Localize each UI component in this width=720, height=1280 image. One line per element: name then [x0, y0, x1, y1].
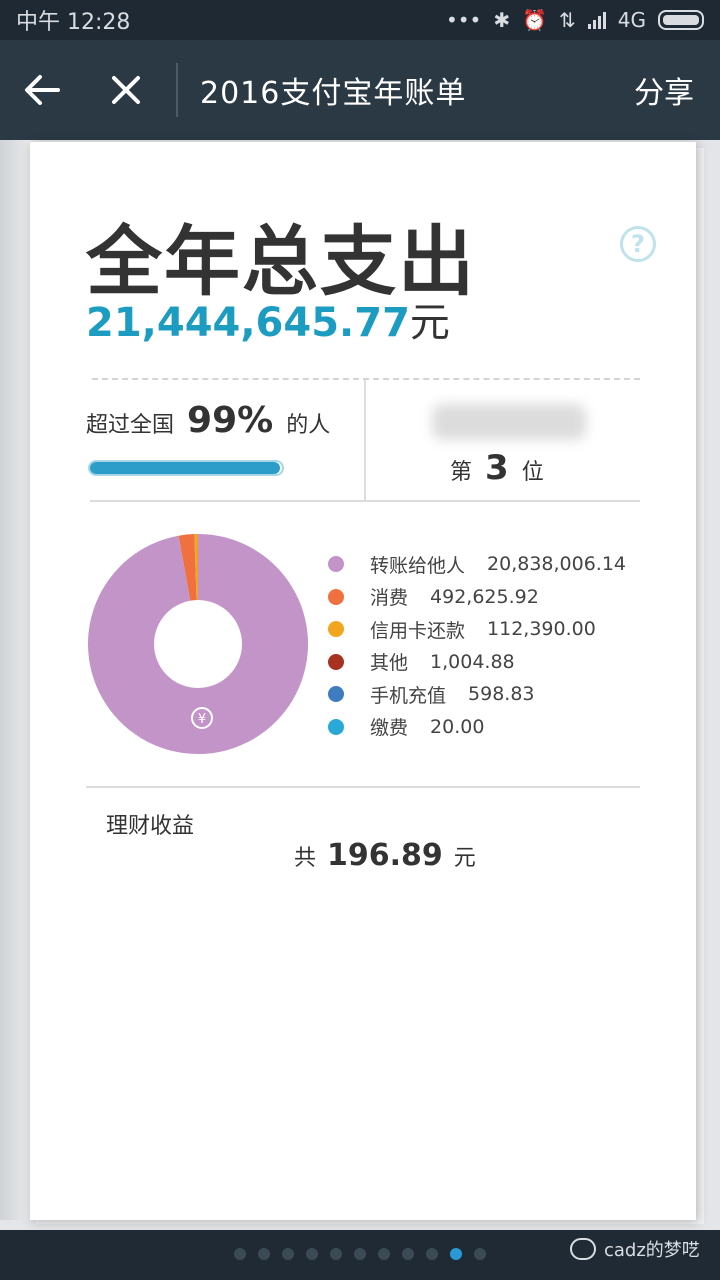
legend-label: 手机充值	[370, 684, 447, 707]
finance-amount: 196.89	[327, 838, 443, 873]
dashed-divider	[92, 378, 640, 380]
close-button[interactable]	[84, 40, 168, 140]
finance-divider	[86, 786, 640, 788]
vertical-divider	[364, 380, 366, 502]
legend-dot	[328, 718, 344, 735]
legend-value: 1,004.88	[430, 650, 515, 673]
finance-label: 理财收益	[106, 814, 195, 839]
legend-dot	[328, 653, 344, 670]
surpass-percent: 99%	[187, 400, 274, 441]
page-dot[interactable]	[306, 1248, 318, 1260]
page-dot[interactable]	[402, 1248, 414, 1260]
status-icons: ••• ✱ ⏰ ⇅ 4G	[446, 8, 704, 32]
surpass-progress-bar	[88, 460, 284, 476]
share-button[interactable]: 分享	[634, 68, 720, 112]
finance-unit: 元	[453, 846, 476, 871]
donut-hole	[154, 600, 242, 688]
legend-value: 20,838,006.14	[487, 553, 627, 576]
surpass-stat: 超过全国 99% 的人	[86, 400, 364, 441]
more-icon: •••	[445, 8, 482, 32]
page-dot[interactable]	[426, 1248, 438, 1260]
rank-number: 3	[485, 448, 509, 488]
legend-dot	[328, 686, 344, 703]
legend-item: 手机充值 598.83	[328, 678, 626, 711]
page-dot[interactable]	[330, 1248, 342, 1260]
legend-label: 转账给他人	[370, 554, 466, 577]
total-amount: 21,444,645.77元	[86, 290, 450, 348]
nav-bar: 2016支付宝年账单 分享	[0, 40, 720, 140]
yuan-icon-glyph: ¥	[198, 712, 206, 727]
rank-stat: 第 3 位	[450, 448, 544, 488]
page-dot[interactable]	[282, 1248, 294, 1260]
surpass-suffix: 的人	[286, 413, 331, 438]
spending-donut-chart: ¥	[87, 534, 308, 754]
close-icon	[112, 76, 140, 104]
legend-label: 缴费	[370, 717, 409, 740]
blurred-region	[432, 404, 586, 440]
page-dot[interactable]	[378, 1248, 390, 1260]
watermark-text: cadz的梦呓	[604, 1240, 700, 1261]
finance-prefix: 共	[294, 846, 317, 871]
bluetooth-icon: ✱	[493, 8, 511, 32]
battery-icon	[658, 10, 704, 30]
legend-dot	[328, 556, 344, 573]
legend-dot	[328, 621, 344, 638]
page-dot[interactable]	[234, 1248, 246, 1260]
legend-value: 112,390.00	[487, 618, 596, 641]
total-amount-value: 21,444,645.77	[86, 300, 410, 346]
legend-label: 信用卡还款	[370, 619, 466, 642]
legend-dot	[328, 588, 344, 605]
watermark: cadz的梦呓	[570, 1236, 700, 1262]
page-area: 全年总支出 ? 21,444,645.77元 超过全国 99% 的人 第 3 位…	[0, 140, 720, 1230]
network-type: 4G	[617, 8, 646, 32]
alarm-icon: ⏰	[522, 8, 547, 32]
surpass-progress-fill	[90, 462, 281, 474]
surpass-prefix: 超过全国	[86, 413, 175, 438]
legend-item: 信用卡还款 112,390.00	[328, 613, 626, 646]
total-amount-unit: 元	[409, 300, 450, 346]
page-dot[interactable]	[258, 1248, 270, 1260]
legend-value: 598.83	[468, 683, 535, 706]
chart-legend: 转账给他人 20,838,006.14 消费 492,625.92 信用卡还款 112,3…	[328, 548, 626, 743]
previous-page-edge	[0, 140, 30, 1220]
legend-label: 消费	[370, 587, 409, 610]
status-bar: 中午 12:28 ••• ✱ ⏰ ⇅ 4G	[0, 0, 720, 40]
page-title: 2016支付宝年账单	[200, 76, 467, 111]
back-arrow-icon	[25, 75, 60, 105]
page-dot[interactable]	[450, 1248, 462, 1260]
rank-suffix: 位	[521, 460, 544, 485]
legend-item: 其他 1,004.88	[328, 646, 626, 679]
legend-item: 缴费 20.00	[328, 711, 626, 744]
signal-icon	[587, 11, 606, 29]
back-button[interactable]	[0, 40, 84, 140]
legend-value: 492,625.92	[430, 585, 539, 608]
section-divider	[90, 500, 640, 502]
legend-item: 转账给他人 20,838,006.14	[328, 548, 626, 581]
legend-value: 20.00	[430, 715, 485, 738]
wechat-icon	[570, 1238, 596, 1260]
page-indicator	[234, 1248, 486, 1260]
bill-card: 全年总支出 ? 21,444,645.77元 超过全国 99% 的人 第 3 位…	[30, 142, 696, 1220]
finance-total: 共 196.89 元	[294, 838, 476, 873]
rank-prefix: 第	[450, 460, 473, 485]
data-arrows-icon: ⇅	[559, 8, 576, 32]
help-icon[interactable]: ?	[620, 226, 656, 262]
legend-item: 消费 492,625.92	[328, 581, 626, 614]
page-dot[interactable]	[474, 1248, 486, 1260]
status-time: 中午 12:28	[16, 10, 131, 35]
page-dot[interactable]	[354, 1248, 366, 1260]
legend-label: 其他	[370, 652, 409, 675]
nav-divider	[176, 63, 178, 117]
